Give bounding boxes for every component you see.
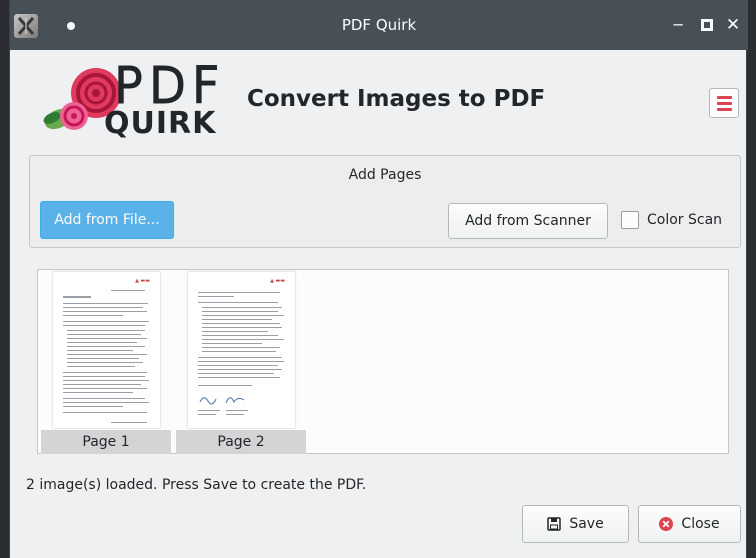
minimize-icon[interactable]: ─ — [667, 14, 689, 36]
page-label: Page 2 — [176, 430, 306, 454]
page-thumbnail[interactable]: ▲ ▬▬ — [41, 270, 171, 454]
save-button[interactable]: Save — [522, 505, 629, 543]
color-scan-checkbox[interactable] — [621, 211, 639, 229]
logo-text-quirk: QUIRK — [104, 106, 217, 141]
status-text: 2 image(s) loaded. Press Save to create … — [26, 477, 367, 493]
add-pages-title: Add Pages — [348, 167, 422, 183]
page-label: Page 1 — [41, 430, 171, 454]
add-pages-group: Add Pages Add from File... Add from Scan… — [29, 155, 741, 248]
close-label: Close — [681, 516, 720, 532]
signature-icon — [199, 397, 245, 405]
page-preview-image: ▲ ▬▬ — [188, 272, 295, 428]
document-logo: ▲ ▬▬ — [270, 278, 285, 284]
close-window-icon[interactable]: ✕ — [722, 14, 744, 36]
page-preview-image: ▲ ▬▬ — [53, 272, 160, 428]
maximize-icon[interactable] — [696, 14, 718, 36]
document-logo: ▲ ▬▬ — [135, 278, 150, 284]
add-from-file-button[interactable]: Add from File... — [40, 201, 174, 239]
page-thumbnail[interactable]: ▲ ▬▬ — [176, 270, 306, 454]
cancel-icon — [659, 517, 674, 531]
menu-icon — [717, 96, 732, 99]
save-icon — [547, 517, 562, 531]
pdfquirk-logo: PDF QUIRK — [28, 57, 230, 141]
color-scan-label[interactable]: Color Scan — [647, 212, 722, 228]
hamburger-menu-button[interactable] — [709, 88, 739, 118]
pages-list[interactable]: ▲ ▬▬ Page 1 ▲ ▬▬ Page 2 — [37, 269, 729, 454]
save-label: Save — [569, 516, 604, 532]
window-title: PDF Quirk — [341, 16, 417, 34]
add-from-scanner-button[interactable]: Add from Scanner — [448, 203, 608, 239]
close-button[interactable]: Close — [638, 505, 741, 543]
title-bar[interactable]: PDF Quirk ─ ✕ — [10, 0, 748, 50]
app-window: PDF Quirk ─ ✕ PDF QUIRK Convert Images t… — [9, 0, 748, 558]
page-title: Convert Images to PDF — [247, 86, 546, 112]
